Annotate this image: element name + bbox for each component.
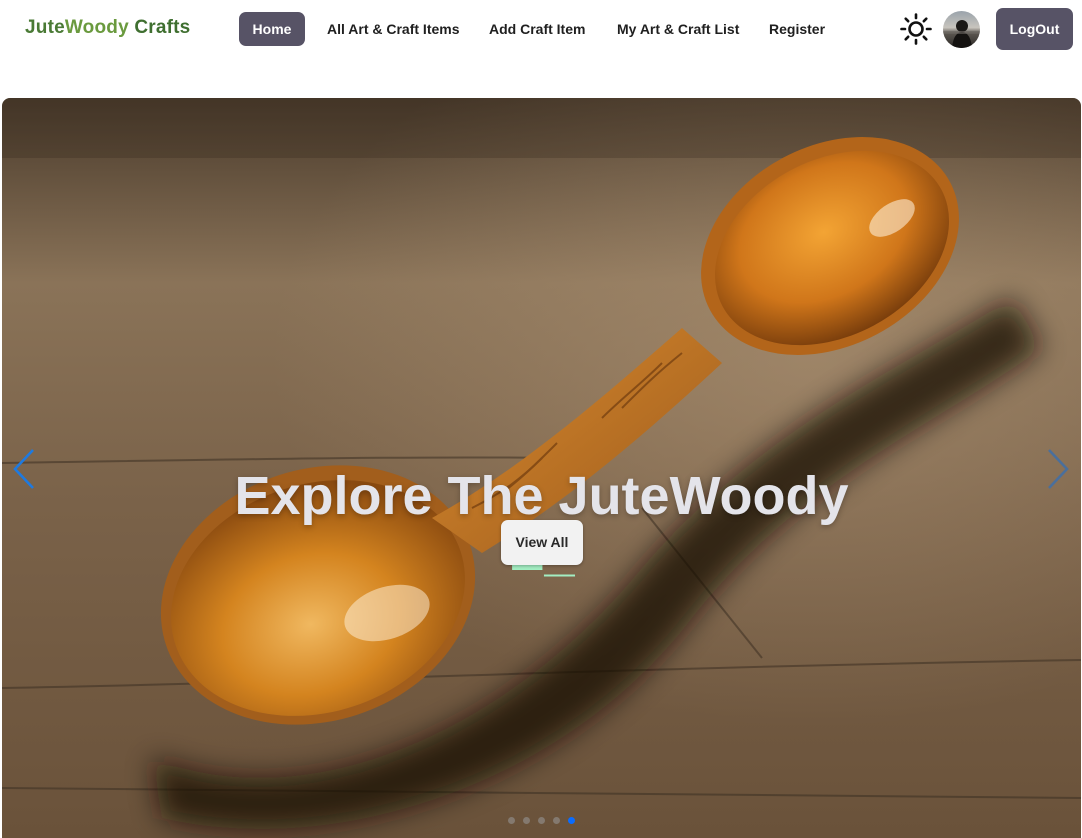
nav-link-my-list[interactable]: My Art & Craft List [617, 12, 739, 46]
hero-title: Explore The JuteWoody [234, 466, 849, 526]
logout-button[interactable]: LogOut [996, 8, 1073, 50]
pagination-dot-active[interactable] [568, 817, 575, 824]
brand-logo[interactable]: JuteWoody Crafts [25, 17, 190, 39]
chevron-right-icon[interactable] [1046, 448, 1070, 490]
nav-link-home[interactable]: Home [239, 12, 305, 46]
pagination-dot[interactable] [538, 817, 545, 824]
sun-icon[interactable] [899, 12, 933, 46]
nav-link-add-item[interactable]: Add Craft Item [489, 12, 585, 46]
nav-link-all-items[interactable]: All Art & Craft Items [327, 12, 460, 46]
user-avatar[interactable] [943, 11, 980, 48]
navbar: JuteWoody Crafts Home All Art & Craft It… [0, 0, 1082, 60]
nav-link-register[interactable]: Register [769, 12, 825, 46]
pagination-dot[interactable] [508, 817, 515, 824]
chevron-left-icon[interactable] [12, 448, 36, 490]
view-all-button[interactable]: View All [501, 520, 583, 565]
brand-part-3: Crafts [128, 17, 191, 38]
hero-carousel: Explore The JuteWoody E_ View All [2, 98, 1081, 838]
pagination-dot[interactable] [523, 817, 530, 824]
brand-part-2: Woody [64, 17, 129, 38]
pagination-dot[interactable] [553, 817, 560, 824]
brand-part-1: Jute [25, 17, 65, 38]
